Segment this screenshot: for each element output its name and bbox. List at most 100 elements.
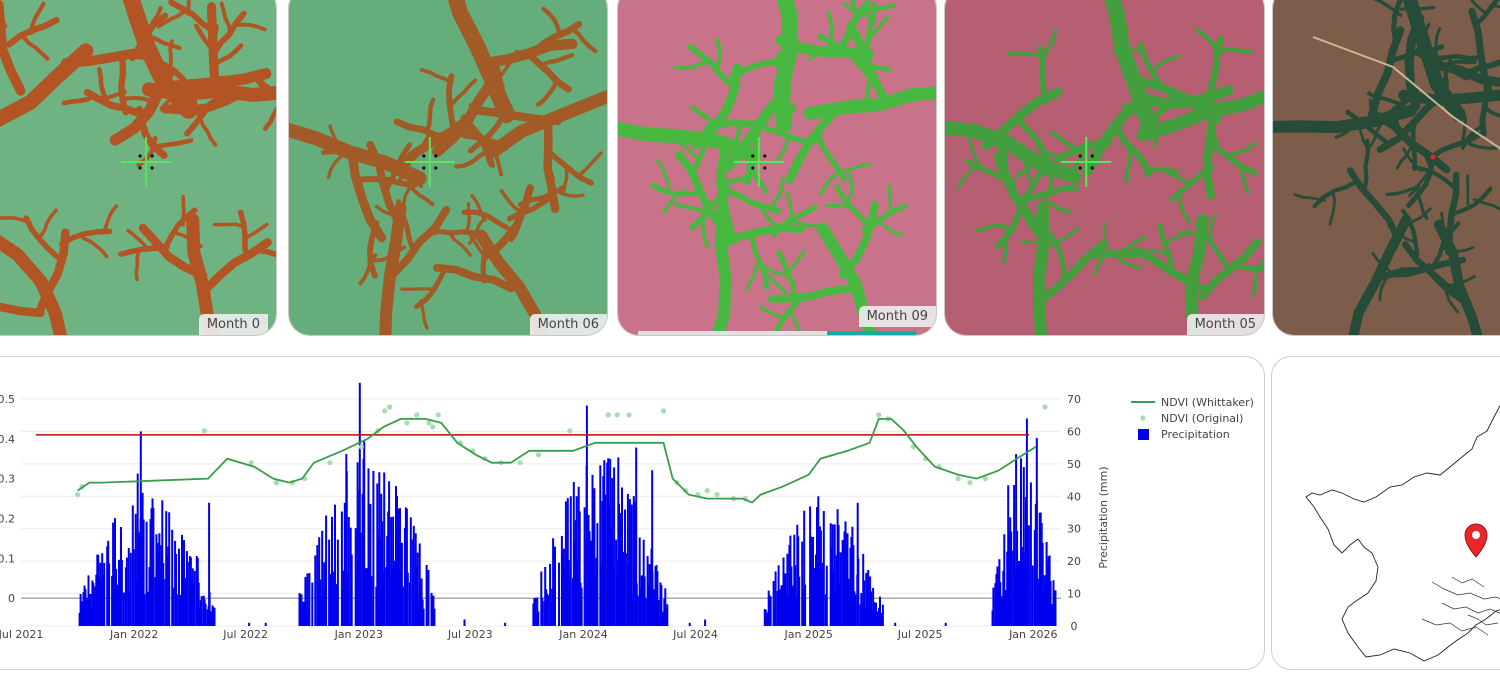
x-tick-label: Jan 2024 [558,628,607,641]
ndvi-original-point [414,412,420,418]
y-right-tick-label: 70 [1067,393,1081,406]
precipitation-bar [302,601,305,626]
precipitation-bar [604,494,607,626]
legend-label: NDVI (Original) [1161,412,1243,425]
y-right-tick-label: 60 [1067,425,1081,438]
precipitation-bar [1022,467,1025,626]
precipitation-bar [817,496,820,626]
precipitation-bar [1049,581,1052,626]
tile-month-label: Month 09 [858,306,936,327]
precipitation-bar [314,555,317,626]
y-right-tick-label: 20 [1067,555,1081,568]
precipitation-bar [854,594,857,626]
precipitation-bar [617,457,620,626]
river-network [1421,576,1500,636]
precipitation-bar [1025,418,1028,626]
precipitation-bar [168,512,171,626]
ndvi-original-point [967,480,973,486]
x-tick-label: Jul 2024 [672,628,718,641]
ndvi-original-point [605,412,611,418]
precipitation-bar [143,594,146,626]
precipitation-bar [1031,565,1034,626]
ndvi-original-point [535,452,542,458]
imagery-tile-2[interactable]: Month 06 [288,0,608,336]
x-tick-label: Jul 2025 [897,628,943,641]
precipitation-bar [103,562,106,626]
precipitation-bar [651,470,654,626]
region-outline [1305,404,1500,662]
precipitation-bar [178,548,180,626]
loading-progress-fill [827,331,916,335]
precipitation-bar [193,570,196,626]
precipitation-bar [172,587,175,626]
precipitation-bar [208,502,211,626]
precipitation-bar [204,603,207,626]
precipitation-bar [409,517,412,626]
precipitation-bar [350,554,353,626]
precipitation-bar [116,584,118,626]
precipitation-bar [200,596,203,626]
locator-map[interactable] [1272,357,1500,670]
imagery-tile-3[interactable]: Month 09 [617,0,937,336]
ndvi-original-point [75,492,81,498]
locator-map-card[interactable] [1271,356,1500,670]
precipitation-bar [813,568,815,626]
precipitation-bar [541,597,544,626]
ndvi-precipitation-chart[interactable]: 0 0.1 0.2 0.3 0.4 0.5 0 10 20 30 40 50 60 70 Precipita… [0,357,1266,671]
precipitation-bar [422,608,425,626]
precipitation-bar [399,508,401,626]
precipitation-bar [345,454,348,626]
tile-month-label: Month 06 [529,314,607,335]
precipitation-bar [129,552,132,626]
map-pin-icon[interactable] [1464,523,1488,558]
precipitation-bar [847,578,850,626]
y-right-tick-label: 10 [1067,588,1081,601]
satellite-image [945,0,1264,335]
precipitation-bar [554,546,556,626]
imagery-tile-4[interactable]: Month 05 [944,0,1265,336]
precipitation-bar [1018,561,1020,626]
precipitation-bar [1010,531,1013,626]
legend-bar-swatch [1138,429,1149,440]
precipitation-bar [1021,547,1023,626]
precipitation-bar [880,612,882,626]
y-left-tick-label: 0.2 [0,512,15,525]
x-tick-label: Jan 2026 [1008,628,1057,641]
ndvi-original-point [1042,404,1048,410]
precipitation-bar [300,594,303,626]
precipitation-bar [782,557,785,626]
precipitation-bar [894,622,897,626]
precipitation-bar [383,472,386,626]
precipitation-bar [596,523,599,626]
satellite-image [618,0,936,335]
imagery-tile-5[interactable] [1272,0,1500,336]
precipitation-bar [136,473,139,626]
precipitation-bar [769,596,772,626]
precipitation-bar [558,562,560,626]
precipitation-bar [122,592,125,626]
precipitation-bar [624,553,627,626]
y-right-tick-label: 50 [1067,458,1081,471]
precipitation-bar [1027,525,1030,626]
precipitation-bar [139,431,142,626]
imagery-tile-1[interactable]: Month 0 [0,0,277,336]
ndvi-original-point [382,408,388,414]
precipitation-bar [876,611,878,626]
x-tick-label: Jul 2022 [222,628,268,641]
precipitation-bar [181,534,183,626]
precipitation-bar [1016,530,1019,626]
precipitation-bar [504,622,507,626]
precipitation-bar [186,562,189,626]
satellite-image [1273,0,1500,335]
precipitation-bar [839,552,842,626]
precipitation-bar [213,607,216,626]
precipitation-bar [622,551,624,626]
precipitation-bar [537,611,540,626]
tile-month-label: Month 0 [198,314,268,335]
precipitation-bar [825,565,828,626]
precipitation-bar [1054,590,1057,626]
precipitation-bar [547,595,550,626]
ndvi-original-point [327,460,333,466]
legend-label: Precipitation [1161,428,1230,441]
satellite-image [0,0,276,335]
